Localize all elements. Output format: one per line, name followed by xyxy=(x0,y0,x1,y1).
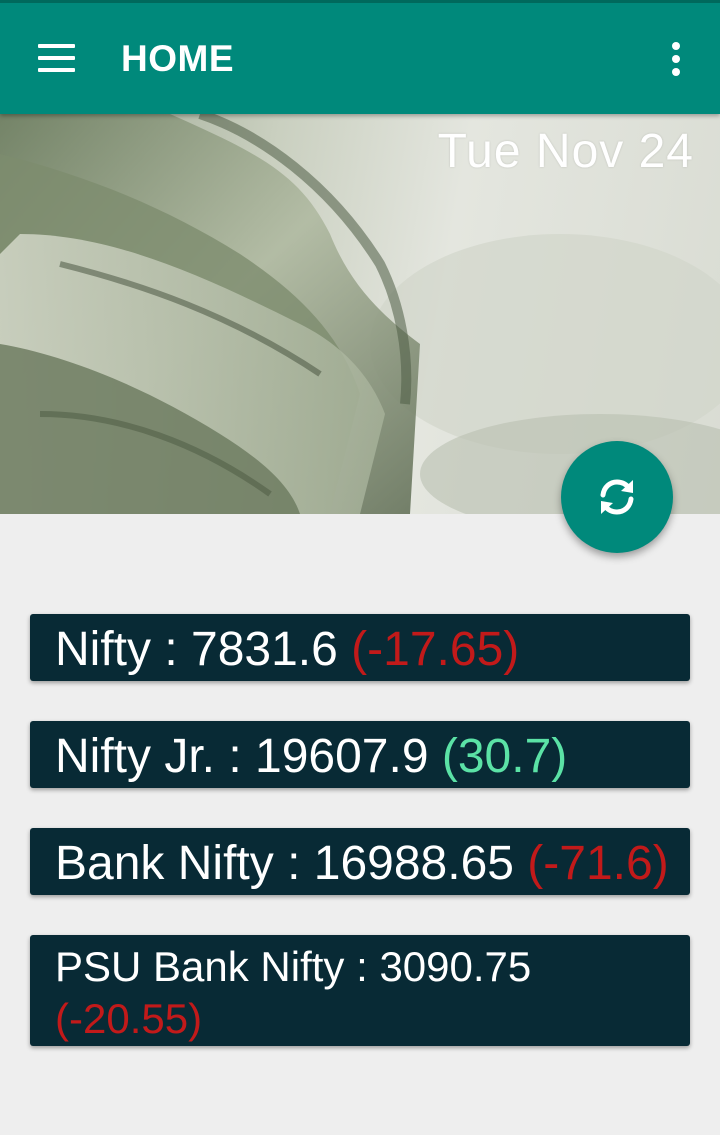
status-strip xyxy=(0,0,720,3)
index-text: Nifty : 7831.6 (-17.65) xyxy=(55,622,519,678)
index-change: (30.7) xyxy=(441,730,568,783)
index-change: (-17.65) xyxy=(351,623,520,676)
refresh-icon xyxy=(600,479,634,515)
index-card-nifty[interactable]: Nifty : 7831.6 (-17.65) xyxy=(30,614,690,681)
index-label: PSU Bank Nifty : xyxy=(55,943,380,990)
index-value: 19607.9 xyxy=(255,730,429,783)
index-text: PSU Bank Nifty : 3090.75 (-20.55) xyxy=(55,941,655,1045)
app-bar: HOME xyxy=(0,0,720,114)
page-title: HOME xyxy=(121,38,234,79)
index-value: 16988.65 xyxy=(313,837,514,890)
index-text: Nifty Jr. : 19607.9 (30.7) xyxy=(55,729,567,785)
hamburger-menu-icon[interactable] xyxy=(38,44,75,72)
more-vertical-icon[interactable] xyxy=(664,40,688,78)
date-label: Tue Nov 24 xyxy=(437,125,694,178)
index-text: Bank Nifty : 16988.65 (-71.6) xyxy=(55,836,669,892)
index-label: Bank Nifty : xyxy=(55,837,314,890)
index-card-bank-nifty[interactable]: Bank Nifty : 16988.65 (-71.6) xyxy=(30,828,690,895)
index-value: 3090.75 xyxy=(379,943,532,990)
refresh-button[interactable] xyxy=(561,441,673,553)
index-value: 7831.6 xyxy=(191,623,338,676)
index-card-psu-bank-nifty[interactable]: PSU Bank Nifty : 3090.75 (-20.55) xyxy=(30,935,690,1046)
index-change: (-20.55) xyxy=(55,995,203,1042)
index-card-nifty-jr[interactable]: Nifty Jr. : 19607.9 (30.7) xyxy=(30,721,690,788)
index-label: Nifty Jr. : xyxy=(55,730,256,783)
index-label: Nifty : xyxy=(55,623,192,676)
index-change: (-71.6) xyxy=(527,837,669,890)
